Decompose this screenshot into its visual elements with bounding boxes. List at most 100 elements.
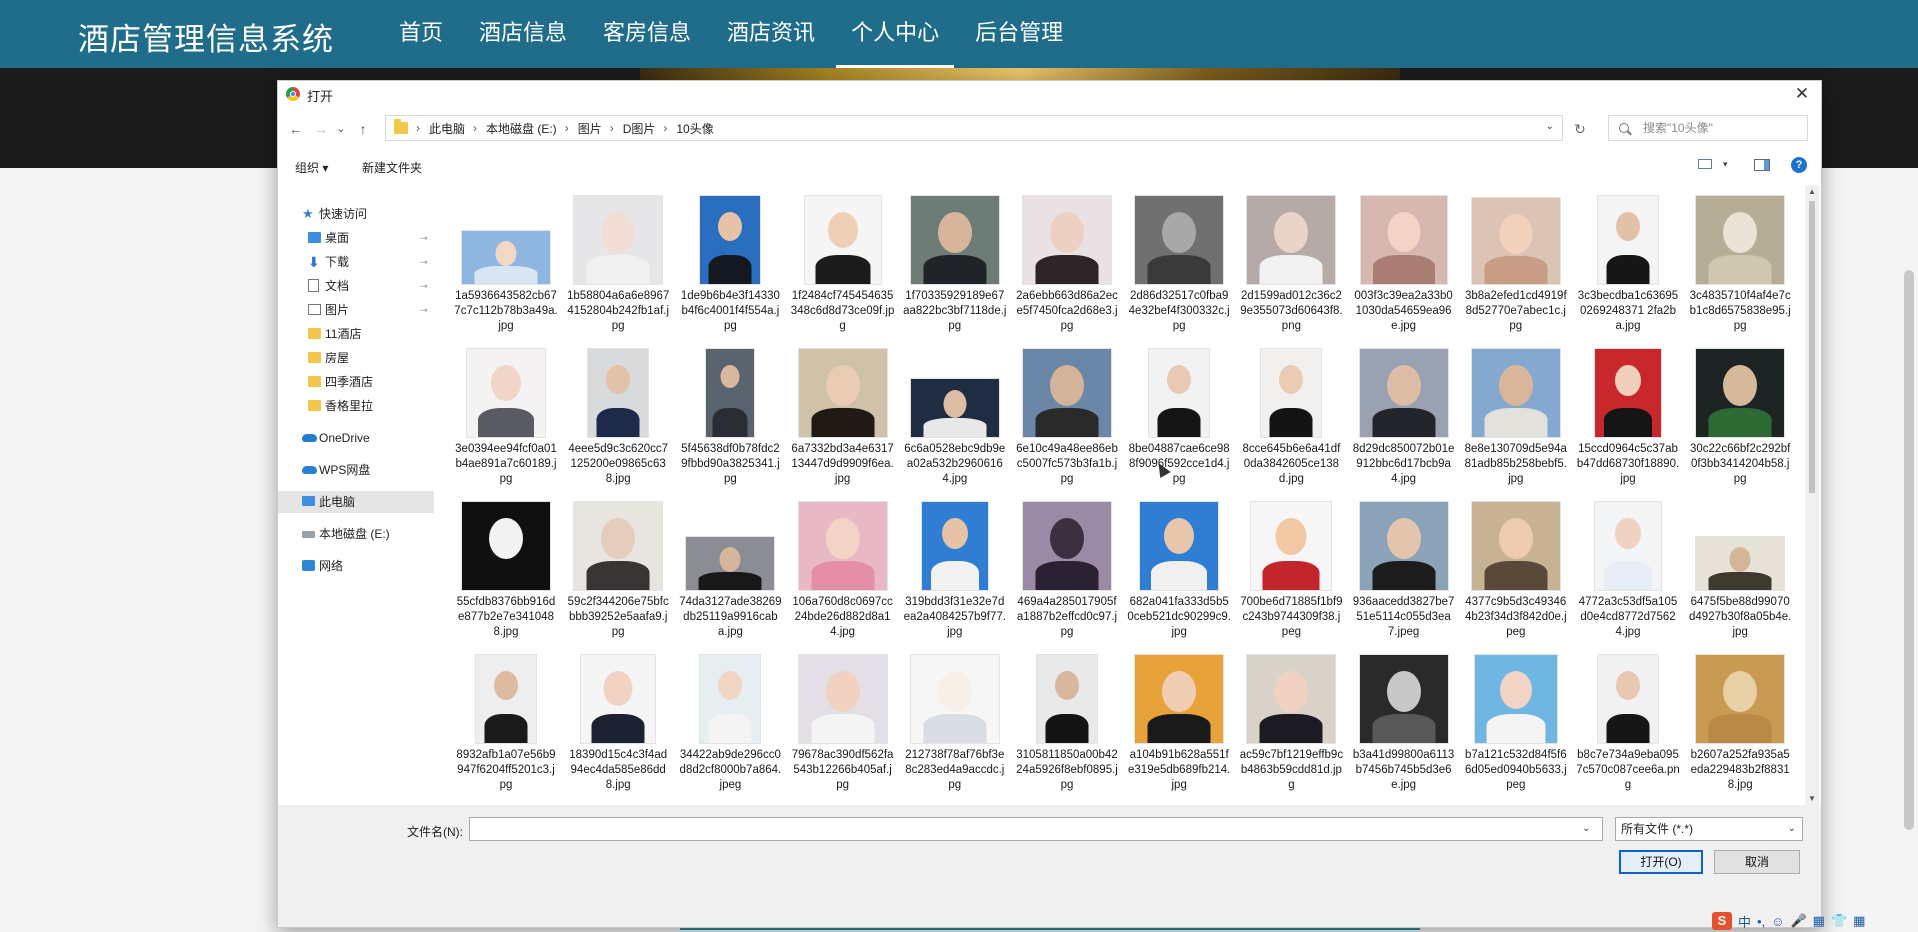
punctuation-icon[interactable]: •, xyxy=(1757,914,1765,929)
file-item[interactable]: ac59c7bf1219effb9cb4863b59cdd81d.jpg xyxy=(1239,654,1343,805)
keyboard-icon[interactable]: ▦ xyxy=(1813,913,1825,929)
cancel-button[interactable]: 取消 xyxy=(1714,850,1800,874)
file-item[interactable]: b7a121c532d84f5f66d05ed0940b5633.jpeg xyxy=(1464,654,1568,805)
sidebar-item[interactable]: ★ 快速访问 xyxy=(278,203,434,225)
file-item[interactable]: 6c6a0528ebc9db9ea02a532b29606164.jpg xyxy=(903,348,1007,500)
preview-pane-icon[interactable] xyxy=(1754,159,1770,171)
view-options-icon[interactable] xyxy=(1698,159,1712,169)
menu-hotel-info[interactable]: 酒店信息 xyxy=(464,0,582,68)
sidebar-item[interactable]: 本地磁盘 (E:) xyxy=(278,523,434,545)
chevron-down-icon[interactable]: ▾ xyxy=(1723,159,1728,170)
sidebar-item[interactable]: 此电脑 xyxy=(278,491,434,513)
file-item[interactable]: 3c4835710f4af4e7cb1c8d6575838e95.jpg xyxy=(1688,195,1792,347)
file-item[interactable]: 5f45638df0b78fdc29fbbd90a3825341.jpg xyxy=(678,348,782,500)
file-item[interactable]: 2d86d32517c0fba94e32bef4f300332c.jpg xyxy=(1127,195,1231,347)
breadcrumb-pictures[interactable]: 图片 xyxy=(578,120,602,137)
breadcrumb-d-pictures[interactable]: D图片 xyxy=(623,120,656,137)
file-item[interactable]: 1b58804a6a6e89674152804b242fb1af.jpg xyxy=(566,195,670,347)
file-item[interactable]: 55cfdb8376bb916de877b2e7e3410488.jpg xyxy=(454,501,558,653)
sidebar-item[interactable]: 文档 ⊸ xyxy=(278,275,434,297)
menu-admin[interactable]: 后台管理 xyxy=(960,0,1078,68)
chevron-right-icon[interactable]: › xyxy=(565,121,569,135)
file-item[interactable]: b3a41d99800a6113b7456b745b5d3e6e.jpg xyxy=(1352,654,1456,805)
file-item[interactable]: 4772a3c53df5a105d0e4cd8772d75624.jpg xyxy=(1576,501,1680,653)
breadcrumb-drive-e[interactable]: 本地磁盘 (E:) xyxy=(486,120,557,137)
emoji-icon[interactable]: ☺ xyxy=(1771,914,1784,929)
file-item[interactable]: 15ccd0964c5c37abb47dd68730f18890.jpg xyxy=(1576,348,1680,500)
scroll-up-icon[interactable]: ▲ xyxy=(1808,187,1816,196)
file-item[interactable]: 700be6d71885f1bf9c243b9744309f38.jpeg xyxy=(1239,501,1343,653)
menu-personal-center[interactable]: 个人中心 xyxy=(836,0,955,68)
file-item[interactable]: 003f3c39ea2a33b01030da54659ea96e.jpg xyxy=(1352,195,1456,347)
file-item[interactable]: 8e8e130709d5e94a81adb85b258bebf5.jpg xyxy=(1464,348,1568,500)
file-item[interactable]: b2607a252fa935a5eda229483b2f88318.jpg xyxy=(1688,654,1792,805)
scroll-down-icon[interactable]: ▼ xyxy=(1808,794,1816,803)
search-input[interactable] xyxy=(1641,120,1805,136)
sidebar-item[interactable]: OneDrive xyxy=(278,427,434,449)
page-scrollbar[interactable] xyxy=(1904,270,1914,830)
file-item[interactable]: 6475f5be88d99070d4927b30f8a05b4e.jpg xyxy=(1688,501,1792,653)
close-button[interactable]: ✕ xyxy=(1791,83,1813,105)
file-item[interactable]: 8d29dc850072b01e912bbc6d17bcb9a4.jpg xyxy=(1352,348,1456,500)
file-item[interactable]: 8cce645b6e6a41df0da3842605ce138d.jpg xyxy=(1239,348,1343,500)
file-item[interactable]: 59c2f344206e75bfcbbb39252e5aafa9.jpg xyxy=(566,501,670,653)
scrollbar-thumb[interactable] xyxy=(1809,201,1815,493)
file-item[interactable]: 1f2484cf745454635348c6d8d73ce09f.jpg xyxy=(791,195,895,347)
file-item[interactable]: 18390d15c4c3f4ad94ec4da585e86dd8.jpg xyxy=(566,654,670,805)
menu-hotel-news[interactable]: 酒店资讯 xyxy=(712,0,830,68)
file-list-scrollbar[interactable]: ▲ ▼ xyxy=(1805,185,1819,805)
new-folder-button[interactable]: 新建文件夹 xyxy=(362,159,422,176)
file-item[interactable]: 3e0394ee94fcf0a01b4ae891a7c60189.jpg xyxy=(454,348,558,500)
help-icon[interactable]: ? xyxy=(1791,157,1807,173)
file-item[interactable]: 34422ab9de296cc0d8d2cf8000b7a864.jpeg xyxy=(678,654,782,805)
file-type-select[interactable]: 所有文件 (*.*) ⌄ xyxy=(1615,817,1803,841)
chevron-right-icon[interactable]: › xyxy=(610,121,614,135)
up-arrow-icon[interactable]: ↑ xyxy=(353,119,373,139)
chevron-down-icon[interactable]: ⌄ xyxy=(1788,818,1796,840)
open-button[interactable]: 打开(O) xyxy=(1619,850,1703,874)
file-item[interactable]: 106a760d8c0697cc24bde26d882d8a14.jpg xyxy=(791,501,895,653)
file-item[interactable]: a104b91b628a551fe319e5db689fb214.jpg xyxy=(1127,654,1231,805)
file-item[interactable]: 2a6ebb663d86a2ece5f7450fca2d68e3.jpg xyxy=(1015,195,1119,347)
filename-input[interactable] xyxy=(469,817,1603,841)
file-item[interactable]: 8be04887cae6ce988f9096f592cce1d4.jpg xyxy=(1127,348,1231,500)
site-logo[interactable]: 酒店管理信息系统 xyxy=(78,14,334,59)
chevron-right-icon[interactable]: › xyxy=(473,121,477,135)
breadcrumb-this-pc[interactable]: 此电脑 xyxy=(429,120,465,137)
file-item[interactable]: 1f70335929189e67aa822bc3bf7118de.jpg xyxy=(903,195,1007,347)
breadcrumb-avatars[interactable]: 10头像 xyxy=(676,120,713,137)
file-item[interactable]: 469a4a285017905fa1887b2effcd0c97.jpg xyxy=(1015,501,1119,653)
file-item[interactable]: 3c3becdba1c636950269248371 2fa2ba.jpg xyxy=(1576,195,1680,347)
file-item[interactable]: 6a7332bd3a4e631713447d9d9909f6ea.jpg xyxy=(791,348,895,500)
file-item[interactable]: 682a041fa333d5b50ceb521dc90299c9.jpg xyxy=(1127,501,1231,653)
file-item[interactable]: 3105811850a00b4224a5926f8ebf0895.jpg xyxy=(1015,654,1119,805)
file-item[interactable]: 6e10c49a48ee86ebc5007fc573b3fa1b.jpg xyxy=(1015,348,1119,500)
sogou-ime-icon[interactable]: S xyxy=(1712,912,1732,930)
file-item[interactable]: 79678ac390df562fa543b12266b405af.jpg xyxy=(791,654,895,805)
skin-icon[interactable]: 👕 xyxy=(1831,913,1847,929)
sidebar-item[interactable]: 香格里拉 xyxy=(278,395,434,417)
sidebar-item[interactable]: 房屋 xyxy=(278,347,434,369)
sidebar-item[interactable]: 11酒店 xyxy=(278,323,434,345)
file-item[interactable]: 4377c9b5d3c493464b23f34d3f842d0e.jpeg xyxy=(1464,501,1568,653)
file-item[interactable]: 212738f78af76bf3e8c283ed4a9accdc.jpg xyxy=(903,654,1007,805)
file-item[interactable]: 936aacedd3827be751e5114c055d3ea7.jpeg xyxy=(1352,501,1456,653)
menu-room-info[interactable]: 客房信息 xyxy=(588,0,706,68)
sidebar-item[interactable]: 图片 ⊸ xyxy=(278,299,434,321)
file-item[interactable]: 8932afb1a07e56b9947f6204ff5201c3.jpg xyxy=(454,654,558,805)
file-item[interactable]: 319bdd3f31e32e7dea2a4084257b9f77.jpg xyxy=(903,501,1007,653)
file-item[interactable]: 1a5936643582cb677c7c112b78b3a49a.jpg xyxy=(454,195,558,347)
organize-button[interactable]: 组织 ▾ xyxy=(295,159,328,176)
file-item[interactable]: 3b8a2efed1cd4919f8d52770e7abec1c.jpg xyxy=(1464,195,1568,347)
file-item[interactable]: 30c22c66bf2c292bf0f3bb3414204b58.jpg xyxy=(1688,348,1792,500)
menu-home[interactable]: 首页 xyxy=(384,0,458,68)
sidebar-item[interactable]: ⬇ 下载 ⊸ xyxy=(278,251,434,273)
microphone-icon[interactable]: 🎤 xyxy=(1790,913,1806,929)
menu-icon[interactable]: ▦ xyxy=(1853,913,1865,929)
sidebar-item[interactable]: 四季酒店 xyxy=(278,371,434,393)
ime-mode-icon[interactable]: 中 xyxy=(1738,912,1751,931)
refresh-icon[interactable]: ↻ xyxy=(1568,118,1592,142)
chevron-down-icon[interactable]: ⌄ xyxy=(1582,823,1590,834)
file-item[interactable]: 74da3127ade38269db25119a9916caba.jpg xyxy=(678,501,782,653)
chevron-down-icon[interactable]: ⌄ xyxy=(1546,121,1554,132)
